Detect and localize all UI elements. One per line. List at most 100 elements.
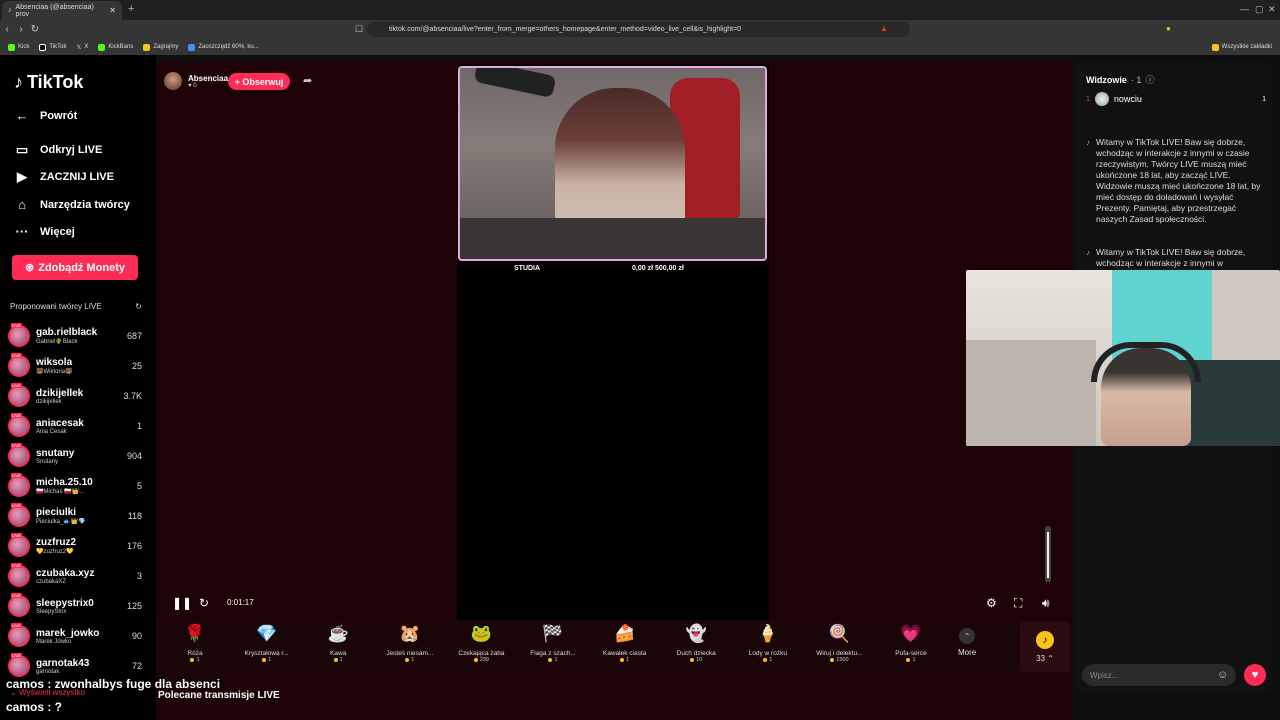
address-bar[interactable]: tiktok.com/@absenciaa/live?enter_from_me…: [367, 22, 910, 37]
creator-item[interactable]: aniacesakAnia Cesak 1: [8, 411, 142, 441]
creator-viewer-count: 176: [126, 541, 142, 551]
bed-shape: [966, 340, 1096, 446]
pause-icon[interactable]: ❚❚: [172, 596, 192, 610]
gift-item[interactable]: 🌹 Róża 1: [160, 624, 230, 663]
gift-item[interactable]: ☕ Kawa 1: [303, 624, 373, 663]
new-tab-button[interactable]: +: [128, 3, 134, 15]
gift-item[interactable]: 🐸 Czekająca żaba 299: [446, 624, 516, 663]
creator-subname: dzikijellek: [36, 398, 62, 405]
like-heart-button[interactable]: ♥: [1244, 664, 1266, 686]
creator-item[interactable]: pieciulkiPieciulka_🐟👑💎 118: [8, 501, 142, 531]
top-viewer[interactable]: 1 nowciu 1: [1086, 92, 1266, 106]
creator-item[interactable]: dzikijellekdzikijellek 3.7K: [8, 381, 142, 411]
gift-item[interactable]: 🐹 Jesteś niesam... 1: [375, 624, 445, 663]
gift-price: 299: [474, 657, 489, 663]
bookmark-tiktok[interactable]: TikTok: [39, 43, 66, 51]
more-gifts-button[interactable]: ⌃ More: [958, 628, 976, 657]
gift-price: 1: [334, 657, 343, 663]
host-info[interactable]: Absenciaa ♥ 0: [164, 72, 228, 90]
creator-avatar: [8, 443, 30, 467]
minimize-icon[interactable]: —: [1240, 4, 1249, 14]
gift-item[interactable]: 💗 Pufa-serce 1: [876, 624, 946, 663]
creator-item[interactable]: sleepystrix0SleepyStrix 125: [8, 591, 142, 621]
system-message: ♪ Witamy w TikTok LIVE! Baw się dobrze, …: [1086, 247, 1246, 268]
share-icon[interactable]: ➦: [303, 74, 312, 87]
nav-creator-tools[interactable]: ⌂ Narzędzia twórcy: [14, 197, 130, 212]
host-likes: ♥ 0: [188, 82, 197, 89]
fullscreen-icon[interactable]: ⛶: [1014, 596, 1022, 611]
maximize-icon[interactable]: ▢: [1255, 4, 1264, 15]
extension-coin-icon[interactable]: ●: [1166, 24, 1171, 33]
creator-avatar: [8, 473, 30, 497]
creator-subname: garnotak: [36, 668, 60, 675]
creator-item[interactable]: czubaka.xyzczubakaXZ 3: [8, 561, 142, 591]
bookmark-kickbans[interactable]: KickBans: [98, 43, 133, 51]
all-bookmarks[interactable]: Wszystkie zakładki: [1211, 43, 1272, 51]
gift-item[interactable]: 🏁 Flaga z szach... 1: [518, 624, 588, 663]
gift-icon: 🐸: [470, 624, 492, 643]
gift-item[interactable]: 🍰 Kawałek ciasta 1: [590, 624, 660, 663]
creator-subname: SleepyStrix: [36, 608, 67, 615]
microphone-shape: [473, 68, 557, 99]
tiktok-logo[interactable]: ♪ TikTok: [14, 72, 83, 93]
close-window-icon[interactable]: ✕: [1268, 4, 1276, 15]
nav-back[interactable]: ← Powrót: [14, 108, 78, 123]
creator-viewer-count: 90: [131, 631, 142, 641]
tv-icon: ▭: [15, 142, 29, 157]
gift-item[interactable]: 🍭 Wiruj i delektu... 1500: [804, 624, 874, 663]
follow-button[interactable]: + Obserwuj: [228, 73, 290, 90]
gift-price: 10: [690, 657, 702, 663]
refresh-icon[interactable]: ↻: [135, 302, 142, 311]
gift-name: Flaga z szach...: [530, 650, 576, 657]
gift-price: 1: [262, 657, 271, 663]
gift-item[interactable]: 💎 Kryształowa r... 1: [232, 624, 302, 663]
nav-start-live[interactable]: ▶ ZACZNIJ LIVE: [14, 169, 114, 185]
tab-close-icon[interactable]: ✕: [109, 6, 116, 15]
browser-tab[interactable]: ♪ Absenciaa (@absenciaa) prov ✕: [2, 1, 122, 20]
forward-icon[interactable]: ›: [14, 24, 28, 35]
bookmarks-bar: Kick TikTok 𝕏X KickBans Zagrajmy Zaoszcz…: [0, 39, 1280, 55]
host-avatar[interactable]: [164, 72, 182, 90]
gift-item[interactable]: 👻 Duch dziecka 10: [661, 624, 731, 663]
bookmark-promo[interactable]: Zaoszczędź 60%, ku...: [188, 43, 259, 51]
more-dots-icon: ···: [15, 224, 29, 239]
stream-video-frame: [458, 66, 767, 261]
back-icon[interactable]: ‹: [0, 24, 14, 35]
bookmark-zagrajmy[interactable]: Zagrajmy: [143, 43, 178, 51]
extension-icon[interactable]: ▲: [880, 24, 888, 33]
creator-avatar: [8, 623, 30, 647]
creator-item[interactable]: marek_jowkoMarek Jówko 90: [8, 621, 142, 651]
help-icon[interactable]: ⓘ: [1145, 73, 1154, 86]
get-coins-button[interactable]: ⊛ Zdobądź Monety: [12, 255, 138, 280]
bookmark-star-icon[interactable]: ☐: [355, 24, 363, 35]
creator-avatar: [8, 323, 30, 347]
creator-avatar: [8, 353, 30, 377]
emoji-icon[interactable]: ☺: [1217, 669, 1228, 681]
browser-tab-bar: [0, 0, 1280, 20]
tiktok-coin-icon: ♪: [1036, 631, 1054, 649]
creator-item[interactable]: gab.rielblackGabriel🌵Black 687: [8, 321, 142, 351]
zagrajmy-icon: [143, 43, 151, 51]
creator-item[interactable]: micha.25.10🇵🇱Michaś 🇵🇱👑... 5: [8, 471, 142, 501]
creator-item[interactable]: snutanySnutany 904: [8, 441, 142, 471]
nav-discover-live[interactable]: ▭ Odkryj LIVE: [14, 142, 103, 158]
creator-item[interactable]: wiksola🐻Wiktoria🐻 25: [8, 351, 142, 381]
chat-input[interactable]: Wpisz...: [1082, 664, 1236, 686]
creator-avatar: [8, 593, 30, 617]
nav-more[interactable]: ··· Więcej: [14, 224, 75, 239]
creator-viewer-count: 125: [126, 601, 142, 611]
settings-icon[interactable]: ⚙: [986, 596, 997, 610]
creator-subname: Gabriel🌵Black: [36, 339, 78, 345]
refresh-stream-icon[interactable]: ↻: [199, 596, 209, 610]
bookmark-x[interactable]: 𝕏X: [76, 44, 88, 51]
reload-icon[interactable]: ↻: [28, 24, 42, 35]
desk-shape: [460, 218, 765, 259]
gift-price: 1: [906, 657, 915, 663]
gift-price: 1: [620, 657, 629, 663]
bookmark-kick[interactable]: Kick: [8, 43, 29, 51]
coin-balance[interactable]: ♪ 33 ⌃: [1020, 622, 1070, 672]
creator-item[interactable]: zuzfruz2💛zuzfruz2💛 176: [8, 531, 142, 561]
gift-item[interactable]: 🍦 Lody w rożku 1: [733, 624, 803, 663]
volume-icon[interactable]: 🔊︎: [1042, 596, 1050, 611]
home-icon: ⌂: [18, 197, 26, 212]
